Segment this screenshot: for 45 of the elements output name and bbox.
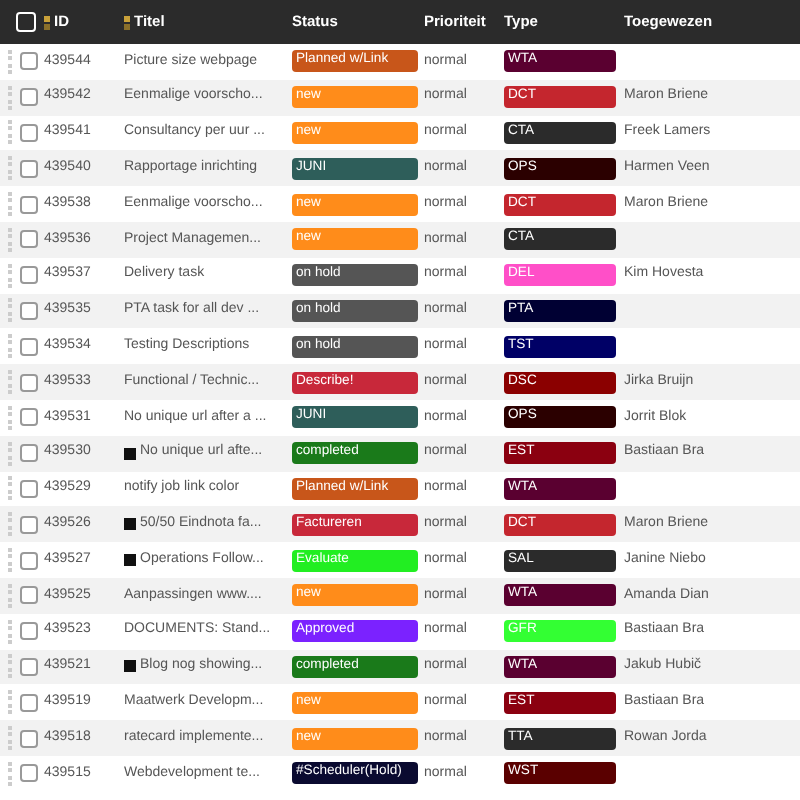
row-checkbox[interactable]: [20, 195, 38, 214]
row-checkbox[interactable]: [20, 52, 38, 71]
drag-handle-icon[interactable]: [8, 690, 12, 715]
drag-handle-icon[interactable]: [8, 512, 12, 537]
row-checkbox[interactable]: [20, 622, 38, 641]
row-checkbox[interactable]: [20, 479, 38, 498]
drag-handle-icon[interactable]: [8, 334, 12, 359]
row-checkbox[interactable]: [20, 693, 38, 712]
row-checkbox[interactable]: [20, 266, 38, 285]
drag-handle-icon[interactable]: [8, 370, 12, 395]
row-checkbox[interactable]: [20, 373, 38, 392]
drag-handle-icon[interactable]: [8, 619, 12, 644]
drag-handle-icon[interactable]: [8, 120, 12, 145]
row-checkbox[interactable]: [20, 159, 38, 178]
drag-handle-icon[interactable]: [8, 298, 12, 323]
drag-handle-icon[interactable]: [8, 156, 12, 181]
row-checkbox[interactable]: [20, 515, 38, 534]
drag-handle-icon[interactable]: [8, 726, 12, 751]
drag-handle-icon[interactable]: [8, 192, 12, 217]
row-checkbox[interactable]: [20, 729, 38, 748]
row-checkbox[interactable]: [20, 301, 38, 320]
drag-handle-icon[interactable]: [8, 654, 12, 679]
row-checkbox[interactable]: [20, 586, 38, 605]
drag-handle-icon[interactable]: [8, 476, 12, 501]
drag-handle-icon[interactable]: [8, 49, 12, 74]
drag-handle-icon[interactable]: [8, 263, 12, 288]
row-checkbox[interactable]: [20, 88, 38, 107]
drag-handle-icon[interactable]: [8, 85, 12, 110]
drag-handle-icon[interactable]: [8, 583, 12, 608]
drag-handle-icon[interactable]: [8, 227, 12, 252]
drag-handle-icon[interactable]: [8, 548, 12, 573]
drag-handle-icon[interactable]: [8, 405, 12, 430]
row-checkbox[interactable]: [20, 337, 38, 356]
row-checkbox[interactable]: [20, 657, 38, 676]
row-checkbox[interactable]: [20, 230, 38, 249]
sort-icon[interactable]: [44, 15, 50, 29]
sort-icon[interactable]: [124, 15, 130, 29]
row-checkbox[interactable]: [20, 408, 38, 427]
drag-handle-icon[interactable]: [8, 761, 12, 786]
row-checkbox[interactable]: [20, 764, 38, 783]
row-checkbox[interactable]: [20, 123, 38, 142]
drag-handle-icon[interactable]: [8, 441, 12, 466]
row-checkbox[interactable]: [20, 551, 38, 570]
select-all-checkbox[interactable]: [16, 12, 36, 32]
row-checkbox[interactable]: [20, 444, 38, 463]
